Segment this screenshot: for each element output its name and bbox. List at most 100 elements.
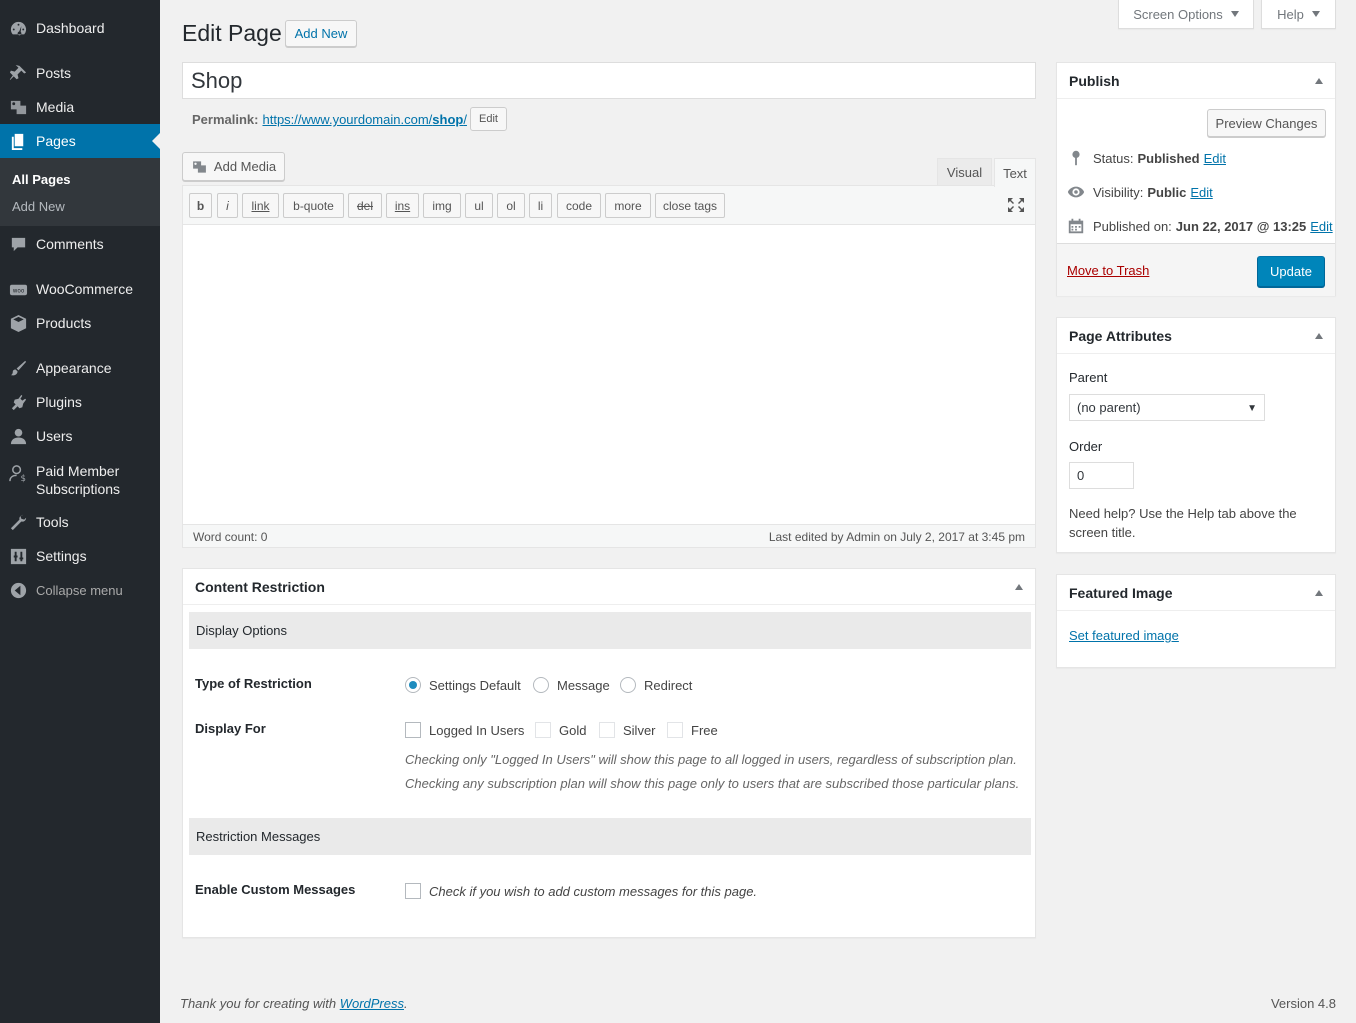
sidebar-label: Users (36, 428, 73, 444)
checkbox-icon (535, 722, 551, 738)
quicktag-ins-button[interactable]: ins (386, 193, 419, 218)
add-media-button[interactable]: Add Media (182, 152, 285, 181)
sidebar-item-products[interactable]: Products (0, 306, 160, 340)
radio-redirect[interactable]: Redirect (620, 677, 692, 693)
sidebar-item-pages[interactable]: Pages (0, 124, 160, 158)
wordpress-link[interactable]: WordPress (340, 996, 404, 1011)
caret-down-icon (1230, 11, 1239, 17)
sidebar-item-appearance[interactable]: Appearance (0, 351, 160, 385)
sidebar-item-woocommerce[interactable]: woo WooCommerce (0, 272, 160, 306)
sidebar-label: Plugins (36, 394, 82, 410)
tab-text[interactable]: Text (994, 158, 1036, 187)
submenu-all-pages[interactable]: All Pages (12, 172, 71, 187)
sidebar-item-plugins[interactable]: Plugins (0, 385, 160, 419)
brush-icon (0, 359, 36, 378)
toggle-arrow-icon[interactable] (1315, 333, 1323, 339)
submenu-add-new[interactable]: Add New (12, 199, 65, 214)
box-title: Page Attributes (1069, 327, 1172, 344)
publish-header[interactable]: Publish (1057, 63, 1335, 99)
editor-container: Word count: 0 Last edited by Admin on Ju… (182, 185, 1036, 548)
quicktag-code-button[interactable]: code (557, 193, 601, 218)
sidebar-label: Appearance (36, 360, 112, 376)
featured-image-header[interactable]: Featured Image (1057, 575, 1335, 611)
visibility-label: Visibility: (1093, 184, 1144, 200)
toggle-arrow-icon[interactable] (1315, 590, 1323, 596)
sidebar-item-posts[interactable]: Posts (0, 56, 160, 90)
sidebar-item-comments[interactable]: Comments (0, 227, 160, 261)
published-label: Published on: (1093, 218, 1172, 234)
published-edit-link[interactable]: Edit (1310, 219, 1332, 234)
sidebar-item-settings[interactable]: Settings (0, 539, 160, 573)
quicktag-close-tags-button[interactable]: close tags (655, 193, 725, 218)
user-icon (0, 427, 36, 446)
svg-text:woo: woo (12, 288, 24, 294)
content-restriction-header[interactable]: Content Restriction (183, 569, 1035, 605)
tab-visual[interactable]: Visual (937, 158, 992, 186)
quicktag-more-button[interactable]: more (605, 193, 651, 218)
type-of-restriction-label: Type of Restriction (195, 676, 312, 691)
sidebar-label: Paid Member Subscriptions (36, 463, 121, 497)
add-new-button[interactable]: Add New (285, 20, 357, 47)
word-count: Word count: 0 (193, 530, 268, 544)
radio-icon (533, 677, 549, 693)
quicktag-img-button[interactable]: img (423, 193, 461, 218)
permalink-edit-button[interactable]: Edit (470, 107, 507, 131)
quicktag-bold-button[interactable]: b (189, 193, 212, 218)
sidebar-label: WooCommerce (36, 281, 133, 297)
dashboard-icon (0, 19, 36, 38)
parent-select-value: (no parent) (1077, 400, 1141, 415)
quicktag-del-button[interactable]: del (348, 193, 382, 218)
quicktag-bquote-button[interactable]: b-quote (283, 193, 344, 218)
sidebar-item-dashboard[interactable]: Dashboard (0, 11, 160, 45)
screen-options-button[interactable]: Screen Options (1118, 0, 1254, 29)
preview-changes-button[interactable]: Preview Changes (1207, 109, 1326, 137)
option-label: Gold (559, 722, 587, 738)
checkbox-gold[interactable]: Gold (535, 722, 586, 738)
page-attributes-box: Page Attributes Parent (no parent) ▼ Ord… (1056, 317, 1336, 553)
caret-down-icon (1311, 11, 1320, 17)
checkbox-silver[interactable]: Silver (599, 722, 656, 738)
checkbox-custom-messages[interactable]: Check if you wish to add custom messages… (405, 883, 757, 899)
display-options-heading: Display Options (189, 612, 1031, 649)
collapse-menu-button[interactable]: Collapse menu (0, 573, 160, 607)
quicktag-li-button[interactable]: li (529, 193, 552, 218)
permalink-link[interactable]: https://www.yourdomain.com/shop/ (262, 112, 466, 127)
quicktag-italic-button[interactable]: i (217, 193, 238, 218)
admin-sidebar: Dashboard Posts Media Pages All Pages Ad… (0, 0, 160, 1023)
pin-status-icon (1072, 150, 1080, 166)
move-to-trash-link[interactable]: Move to Trash (1067, 263, 1149, 278)
checkbox-logged-in-users[interactable]: Logged In Users (405, 722, 524, 738)
sidebar-item-media[interactable]: Media (0, 90, 160, 124)
radio-message[interactable]: Message (533, 677, 610, 693)
dropdown-arrow-icon: ▼ (1247, 403, 1257, 414)
footer-period: . (404, 996, 408, 1011)
visibility-edit-link[interactable]: Edit (1190, 185, 1212, 200)
quicktag-ul-button[interactable]: ul (465, 193, 493, 218)
sidebar-item-tools[interactable]: Tools (0, 505, 160, 539)
page-attributes-header[interactable]: Page Attributes (1057, 318, 1335, 354)
option-label: Check if you wish to add custom messages… (429, 883, 758, 899)
parent-select[interactable]: (no parent) ▼ (1069, 394, 1265, 421)
status-edit-link[interactable]: Edit (1204, 151, 1226, 166)
toggle-arrow-icon[interactable] (1015, 584, 1023, 590)
radio-icon (620, 677, 636, 693)
toggle-arrow-icon[interactable] (1315, 78, 1323, 84)
quicktag-ol-button[interactable]: ol (497, 193, 525, 218)
order-input[interactable]: 0 (1069, 462, 1134, 489)
update-button[interactable]: Update (1257, 256, 1325, 287)
fullscreen-icon[interactable] (1007, 197, 1025, 216)
set-featured-image-link[interactable]: Set featured image (1069, 628, 1179, 643)
sidebar-item-paid-member-subscriptions[interactable]: $ Paid Member Subscriptions (0, 455, 160, 503)
checkbox-free[interactable]: Free (667, 722, 718, 738)
post-title-input[interactable]: Shop (182, 62, 1036, 99)
comment-icon (0, 235, 36, 254)
sidebar-item-users[interactable]: Users (0, 419, 160, 453)
box-icon (0, 314, 36, 333)
radio-settings-default[interactable]: Settings Default (405, 677, 521, 693)
quicktag-link-button[interactable]: link (242, 193, 279, 218)
footer-thanks: Thank you for creating with WordPress. (180, 996, 408, 1011)
content-textarea[interactable] (183, 224, 1035, 525)
content-restriction-box: Content Restriction Display Options Type… (182, 568, 1036, 938)
help-button[interactable]: Help (1261, 0, 1336, 29)
pages-submenu: All Pages Add New (0, 158, 160, 226)
